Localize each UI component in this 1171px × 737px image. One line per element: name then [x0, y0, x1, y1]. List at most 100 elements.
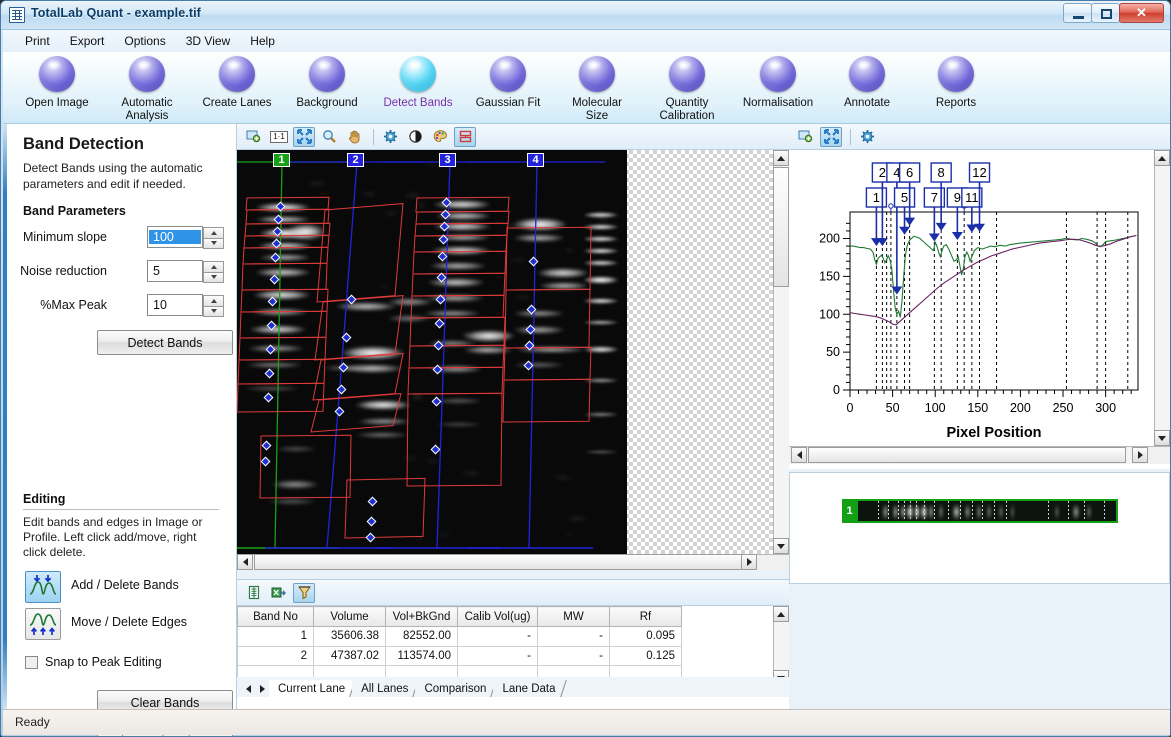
move-delete-edges-tool[interactable] — [25, 608, 61, 640]
toolbar-quantity-calibration[interactable]: Quantity Calibration — [637, 56, 737, 123]
tab-all-lanes[interactable]: All Lanes — [352, 680, 415, 697]
band-box[interactable] — [246, 197, 329, 210]
band-boxes-overlay[interactable] — [237, 150, 627, 554]
image-horizontal-scrollbar[interactable] — [237, 554, 789, 570]
toolbar-normalisation[interactable]: Normalisation — [728, 56, 828, 110]
table-row[interactable]: 2 47387.02 113574.00 - - 0.125 — [238, 646, 773, 666]
profile-zoom-add-button[interactable] — [795, 127, 817, 147]
band-box[interactable] — [416, 211, 509, 224]
stepper-up[interactable] — [203, 227, 224, 238]
snap-to-peak-checkbox[interactable]: Snap to Peak Editing — [25, 655, 162, 669]
max-peak-stepper[interactable] — [203, 295, 224, 317]
toolbar-gaussian-fit[interactable]: Gaussian Fit — [458, 56, 558, 110]
gel-image-viewport[interactable]: 1234 — [237, 150, 773, 554]
band-box[interactable] — [504, 347, 591, 380]
band-box[interactable] — [317, 204, 403, 302]
intensity-profile-chart[interactable]: 0 50 100 150 200 0 50 100 150 200 250 300 Pixel Posi… — [789, 150, 1154, 446]
stepper-down[interactable] — [203, 272, 224, 284]
maximize-button[interactable] — [1091, 3, 1120, 23]
band-box[interactable] — [243, 247, 328, 264]
lane-strip-panel[interactable]: 1 — [789, 472, 1170, 584]
band-box[interactable] — [411, 295, 504, 318]
tab-lane-data[interactable]: Lane Data — [493, 680, 562, 697]
image-vertical-scrollbar[interactable] — [773, 150, 789, 554]
band-box[interactable] — [413, 251, 506, 274]
zoom-add-button[interactable] — [243, 127, 265, 147]
band-box[interactable] — [407, 393, 502, 486]
scroll-thumb[interactable] — [808, 447, 1126, 463]
menu-3d-view[interactable]: 3D View — [176, 31, 240, 51]
pan-hand-button[interactable] — [343, 127, 365, 147]
band-box[interactable] — [245, 223, 330, 236]
close-button[interactable]: ✕ — [1119, 3, 1164, 23]
gel-image[interactable]: 1234 — [237, 150, 627, 554]
band-box[interactable] — [237, 383, 324, 412]
tab-prev-button[interactable] — [241, 681, 255, 697]
table-row[interactable]: 1 35606.38 82552.00 - - 0.095 — [238, 627, 773, 647]
magnifier-button[interactable] — [318, 127, 340, 147]
bands-overlay-button[interactable] — [454, 127, 476, 147]
band-box[interactable] — [414, 235, 507, 252]
scroll-down-button[interactable] — [773, 538, 789, 554]
scroll-left-button[interactable] — [791, 447, 807, 463]
scroll-right-button[interactable] — [741, 554, 757, 570]
chart-vertical-scrollbar[interactable] — [1154, 150, 1170, 446]
noise-reduction-input[interactable]: 5 — [147, 260, 203, 282]
stepper-up[interactable] — [203, 261, 224, 272]
scroll-thumb[interactable] — [773, 167, 789, 287]
stepper-up[interactable] — [203, 295, 224, 306]
scroll-up-button[interactable] — [773, 150, 789, 166]
band-box[interactable] — [409, 345, 504, 368]
tab-comparison[interactable]: Comparison — [415, 680, 493, 697]
scroll-thumb[interactable] — [254, 554, 750, 570]
image-settings-button[interactable] — [379, 127, 401, 147]
toolbar-create-lanes[interactable]: Create Lanes — [187, 56, 287, 110]
tab-current-lane[interactable]: Current Lane — [269, 680, 352, 697]
band-box[interactable] — [241, 289, 328, 312]
band-box[interactable] — [260, 435, 351, 498]
menu-options[interactable]: Options — [114, 31, 175, 51]
toolbar-background[interactable]: Background — [277, 56, 377, 110]
menu-export[interactable]: Export — [60, 31, 115, 51]
stepper-down[interactable] — [203, 238, 224, 250]
toolbar-detect-bands[interactable]: Detect Bands — [368, 56, 468, 110]
band-box[interactable] — [238, 359, 325, 384]
scroll-left-button[interactable] — [237, 554, 253, 570]
band-box[interactable] — [408, 367, 503, 394]
band-box[interactable] — [239, 337, 326, 360]
band-box[interactable] — [415, 223, 508, 236]
band-box[interactable] — [240, 311, 327, 338]
band-box[interactable] — [311, 394, 401, 432]
toolbar-annotate[interactable]: Annotate — [817, 56, 917, 110]
tab-next-button[interactable] — [255, 681, 269, 697]
menu-print[interactable]: Print — [15, 31, 60, 51]
band-box[interactable] — [410, 317, 505, 346]
scroll-track[interactable] — [774, 622, 789, 670]
toolbar-open-image[interactable]: Open Image — [7, 56, 107, 110]
lane-strip-image[interactable] — [856, 499, 1118, 523]
menu-help[interactable]: Help — [240, 31, 285, 51]
detect-bands-button[interactable]: Detect Bands — [97, 330, 233, 355]
toolbar-reports[interactable]: Reports — [906, 56, 1006, 110]
band-box[interactable] — [416, 197, 509, 212]
band-marker-stub[interactable] — [889, 204, 893, 208]
stepper-down[interactable] — [203, 306, 224, 318]
band-box[interactable] — [313, 354, 403, 400]
add-delete-bands-tool[interactable] — [25, 571, 61, 603]
minimum-slope-stepper[interactable] — [203, 227, 224, 249]
toolbar-molecular-size[interactable]: Molecular Size — [547, 56, 647, 123]
filter-columns-button[interactable] — [293, 583, 315, 603]
scroll-right-button[interactable] — [1132, 447, 1148, 463]
band-box[interactable] — [315, 296, 403, 360]
band-box[interactable] — [506, 227, 591, 290]
minimize-button[interactable] — [1063, 3, 1092, 23]
scroll-up-button[interactable] — [1154, 150, 1170, 166]
band-box[interactable] — [242, 263, 327, 290]
toolbar-automatic-analysis[interactable]: Automatic Analysis — [97, 56, 197, 123]
scroll-track[interactable] — [1155, 166, 1170, 430]
minimum-slope-input[interactable]: 100 — [147, 226, 203, 248]
profile-chart-svg[interactable]: 0 50 100 150 200 0 50 100 150 200 250 300 Pixel Posi… — [789, 150, 1154, 446]
max-peak-input[interactable]: 10 — [147, 294, 203, 316]
contrast-button[interactable] — [404, 127, 426, 147]
copy-table-button[interactable] — [243, 583, 265, 603]
